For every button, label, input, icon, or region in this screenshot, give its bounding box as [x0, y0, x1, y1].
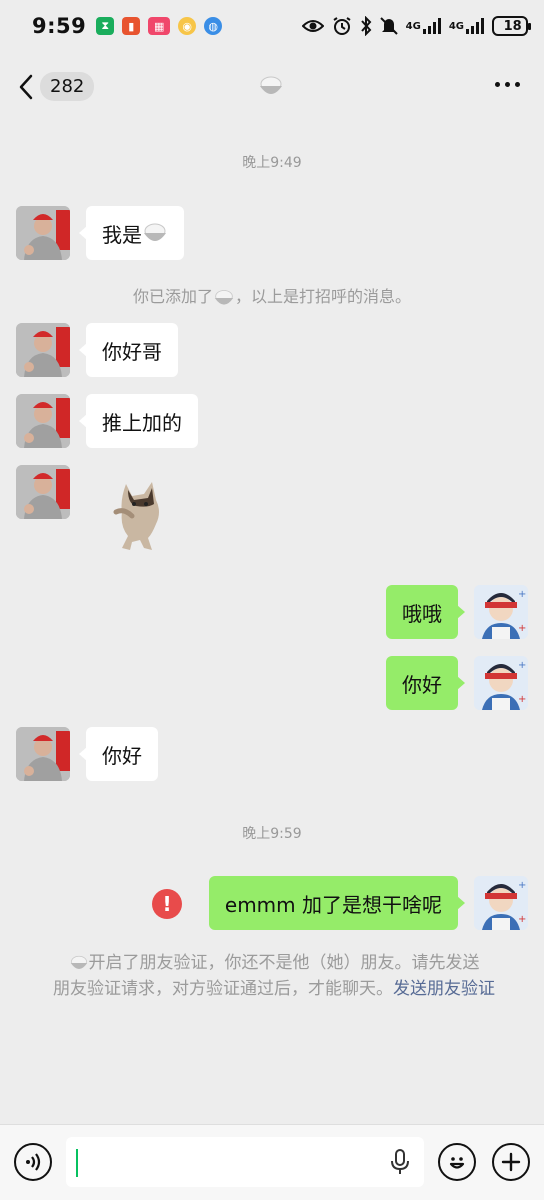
message-text: 哦哦 — [402, 601, 442, 626]
contact-avatar[interactable] — [16, 727, 70, 781]
more-options-button[interactable] — [495, 82, 520, 87]
svg-text:+: + — [518, 660, 526, 671]
signal-icon-1: 4G — [406, 16, 441, 36]
emoji-icon — [449, 1157, 465, 1169]
unread-count: 282 — [40, 72, 95, 101]
self-avatar[interactable]: + + — [474, 656, 528, 710]
back-button[interactable]: 282 — [18, 72, 95, 101]
hourglass-app-icon: ⧗ — [96, 17, 115, 35]
text-cursor — [76, 1149, 78, 1177]
message-bubble[interactable]: 推上加的 — [79, 394, 198, 448]
plus-button[interactable] — [492, 1143, 530, 1181]
rice-bowl-icon — [214, 289, 234, 305]
self-avatar[interactable]: + + — [474, 876, 528, 930]
time-label: 晚上9:59 — [242, 826, 302, 842]
message-bubble-self[interactable]: emmm 加了是想干啥呢 — [208, 876, 466, 930]
svg-text:+: + — [518, 880, 526, 891]
message-text: 你好 — [102, 743, 142, 768]
browser-icon: ◍ — [204, 17, 223, 35]
dancing-cat-sticker[interactable] — [112, 478, 176, 552]
battery-indicator: 18 — [492, 16, 531, 36]
message-bubble[interactable]: 你好哥 — [79, 323, 178, 377]
shopping-app-icon: ▦ — [148, 17, 171, 35]
message-input[interactable] — [66, 1137, 424, 1187]
signal-icon-2: 4G — [449, 16, 484, 36]
message-text: 我是 — [102, 222, 142, 247]
input-bar — [0, 1124, 544, 1200]
status-bar: 9:59 ⧗ ▮ ▦ ◉ ◍ 4G 4G 18 — [0, 0, 544, 52]
svg-text:+: + — [518, 694, 526, 705]
time-label: 晚上9:49 — [242, 155, 302, 171]
verification-notice: 开启了朋友验证，你还不是他（她）朋友。请先发送 朋友验证请求，对方验证通过后，才… — [53, 953, 495, 999]
alarm-icon — [332, 16, 352, 36]
message-text: 你好 — [402, 672, 442, 697]
contact-name — [258, 74, 284, 102]
contact-avatar[interactable] — [16, 323, 70, 377]
chevron-left-icon — [19, 74, 33, 99]
voice-button[interactable] — [14, 1143, 52, 1181]
message-text: 推上加的 — [102, 410, 182, 435]
svg-text:+: + — [518, 589, 526, 600]
svg-text:+: + — [518, 914, 526, 925]
chat-header: 282 — [0, 52, 544, 120]
send-failed-icon[interactable]: ! — [152, 889, 182, 919]
status-time: 9:59 — [32, 14, 87, 38]
message-bubble-self[interactable]: 你好 — [386, 656, 465, 710]
message-text: 你好哥 — [102, 339, 162, 364]
rice-bowl-icon — [260, 76, 282, 94]
eye-icon — [301, 16, 324, 36]
message-text: emmm 加了是想干啥呢 — [224, 892, 442, 917]
mute-icon — [379, 16, 398, 36]
app-notification-icon: ▮ — [122, 17, 141, 35]
contact-avatar[interactable] — [16, 394, 70, 448]
svg-text:+: + — [518, 623, 526, 634]
emoji-button[interactable] — [438, 1143, 476, 1181]
system-message: 你已添加了 ，以上是打招呼的消息。 — [132, 287, 412, 306]
weibo-icon: ◉ — [178, 17, 197, 35]
contact-avatar[interactable] — [16, 465, 70, 519]
self-avatar[interactable]: + + — [474, 585, 528, 639]
voice-icon — [26, 1153, 41, 1171]
rice-bowl-icon — [144, 223, 166, 241]
message-bubble-self[interactable]: 哦哦 — [386, 585, 465, 639]
rice-bowl-icon — [70, 955, 87, 969]
bluetooth-icon — [360, 16, 372, 36]
message-bubble[interactable]: 我是 — [79, 206, 184, 260]
send-verification-link[interactable]: 发送朋友验证 — [393, 979, 495, 999]
microphone-icon[interactable] — [390, 1149, 410, 1175]
contact-avatar[interactable] — [16, 206, 70, 260]
battery-level: 18 — [503, 18, 522, 34]
plus-icon — [501, 1152, 521, 1172]
message-bubble[interactable]: 你好 — [79, 727, 158, 781]
